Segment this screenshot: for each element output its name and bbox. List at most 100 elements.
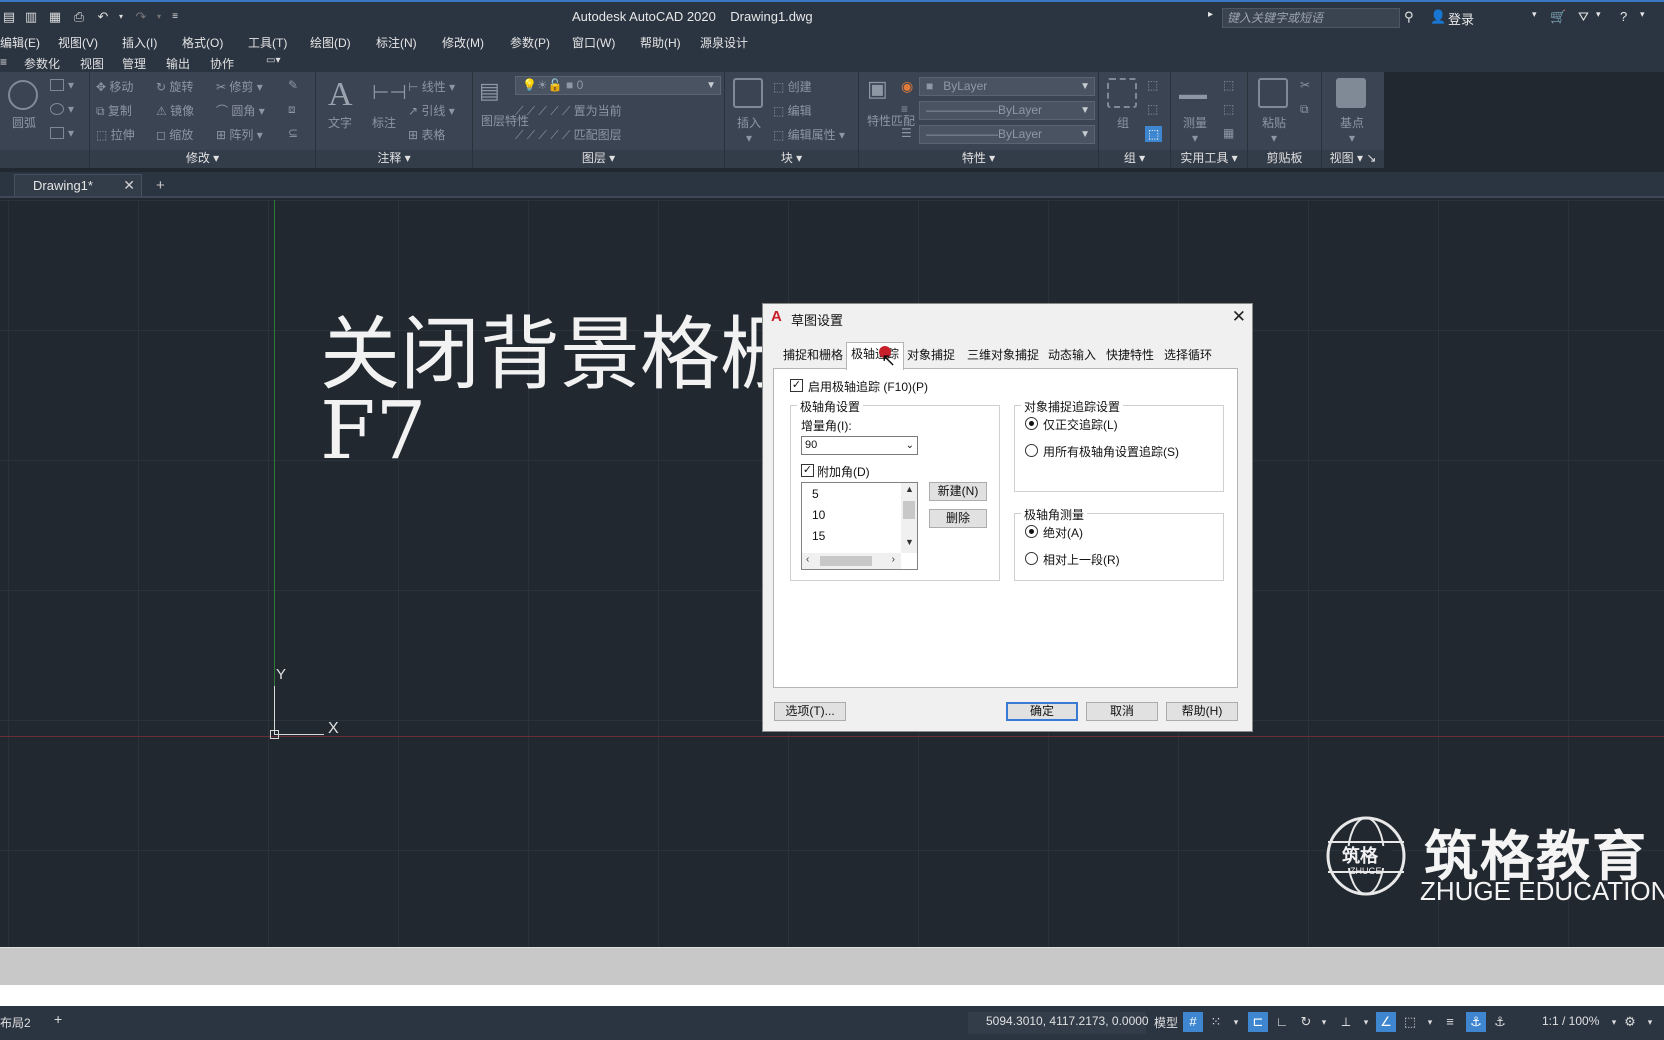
group-select-icon[interactable]: ⬚ (1145, 126, 1163, 142)
coordinates-readout[interactable]: 5094.3010, 4117.2173, 0.0000 (986, 1014, 1149, 1028)
ortho-only-radio[interactable] (1025, 417, 1038, 430)
panel-modify-title[interactable]: 修改 ▾ (90, 149, 315, 166)
annotation-scale[interactable]: 1:1 / 100% (1542, 1014, 1599, 1028)
scale-button[interactable]: ◻ 缩放 (156, 126, 193, 143)
isodraft-dropdown-icon[interactable]: ▾ (1356, 1012, 1376, 1032)
copy-button[interactable]: ⧉ 复制 (96, 102, 132, 119)
layer-tools-row1[interactable]: ⟋ ⟋ ⟋ ⟋ ⟋ 置为当前 (515, 102, 622, 119)
tab-view[interactable]: 视图 (80, 55, 104, 72)
layer-tools-row2[interactable]: ⟋ ⟋ ⟋ ⟋ ⟋ 匹配图层 (515, 126, 622, 143)
rotate-button[interactable]: ↻ 旋转 (156, 78, 193, 95)
add-layout-icon[interactable]: + (54, 1011, 62, 1027)
tab-object-snap[interactable]: 对象捕捉 (903, 344, 960, 368)
linetype-dropdown[interactable]: ——————ByLayer ▼ (919, 101, 1095, 120)
search-input[interactable]: 键入关键字或短语 (1222, 8, 1400, 28)
customize-qat-icon[interactable]: ≡ (166, 8, 184, 26)
color-wheel-icon[interactable]: ◉ (901, 78, 913, 95)
panel-utilities-title[interactable]: 实用工具 ▾ (1171, 149, 1247, 166)
saveas-icon[interactable]: ▦ (46, 8, 64, 26)
menu-window[interactable]: 窗口(W) (572, 34, 615, 51)
autodesk-app-icon[interactable]: ⛛ (1578, 9, 1589, 25)
polar-dropdown-icon[interactable]: ▾ (1314, 1012, 1334, 1032)
horizontal-scrollbar[interactable]: ‹ › (802, 553, 901, 569)
relative-radio[interactable] (1025, 552, 1038, 565)
polar-icon[interactable]: ↻ (1296, 1012, 1316, 1032)
dialog-close-icon[interactable]: ✕ (1232, 307, 1246, 327)
vertical-scrollbar[interactable]: ▲ ▼ (901, 483, 917, 553)
redo-icon[interactable]: ↷ (132, 8, 150, 26)
additional-angle-list[interactable]: 5 10 15 ▲ ▼ ‹ › (801, 482, 918, 570)
annotation-scale-icon[interactable]: ⚓ (1490, 1012, 1510, 1032)
binoculars-icon[interactable]: ⚲ (1404, 9, 1414, 25)
save-icon[interactable]: ▥ (22, 8, 40, 26)
tab-snap-grid[interactable]: 捕捉和栅格 (779, 344, 848, 368)
create-block-button[interactable]: ⬚ 创建 (773, 78, 812, 95)
undo-icon[interactable]: ↶ (94, 8, 112, 26)
fillet-button[interactable]: ⌒ 圆角 ▾ (216, 102, 265, 119)
snap-icon[interactable]: ⁙ (1206, 1012, 1226, 1032)
app-dropdown-icon[interactable]: ▾ (1596, 9, 1601, 20)
object-snap-icon[interactable]: ⬚ (1400, 1012, 1420, 1032)
menu-modify[interactable]: 修改(M) (442, 34, 484, 51)
menu-yuanquan[interactable]: 源泉设计 (700, 34, 748, 51)
additional-angle-checkbox[interactable]: ✓ (801, 464, 814, 477)
rectangle-icon[interactable]: ▾ (50, 78, 74, 92)
close-tab-icon[interactable]: ✕ (123, 177, 135, 194)
move-button[interactable]: ✥ 移动 (96, 78, 133, 95)
quick-select-icon[interactable]: ⬚ (1223, 78, 1234, 92)
menu-tools[interactable]: 工具(T) (248, 34, 287, 51)
options-button[interactable]: 选项(T)... (774, 702, 846, 721)
all-polar-label[interactable]: 用所有极轴角设置追踪(S) (1043, 443, 1179, 460)
list-item[interactable]: 10 (812, 508, 825, 522)
snap-dropdown-icon[interactable]: ▾ (1226, 1012, 1246, 1032)
tab-parametric[interactable]: 参数化 (24, 55, 60, 72)
help-icon[interactable]: ? (1620, 9, 1627, 24)
relative-label[interactable]: 相对上一段(R) (1043, 551, 1120, 568)
print-icon[interactable]: ⎙ (70, 8, 88, 26)
edit-attr-button[interactable]: ⬚ 编辑属性 ▾ (773, 126, 845, 143)
lineweight-toggle-icon[interactable]: ≡ (1440, 1012, 1460, 1032)
base-label[interactable]: 基点 ▾ (1332, 114, 1372, 145)
tab-manage[interactable]: 管理 (122, 55, 146, 72)
additional-angle-label[interactable]: 附加角(D) (817, 463, 870, 480)
offset-icon[interactable]: ⧈ (288, 102, 296, 117)
tab-collaborate[interactable]: 协作 (210, 55, 234, 72)
new-angle-button[interactable]: 新建(N) (929, 482, 987, 501)
insert-block-icon[interactable] (733, 78, 763, 108)
enable-polar-checkbox[interactable]: ✓ (790, 379, 803, 392)
isodraft-icon[interactable]: ⟂ (1336, 1012, 1356, 1032)
paste-icon[interactable] (1258, 78, 1288, 108)
scroll-up-icon[interactable]: ▲ (905, 484, 914, 494)
calculator-icon[interactable]: ▦ (1223, 126, 1234, 140)
hatch-icon[interactable]: ▾ (50, 126, 74, 140)
scroll-right-icon[interactable]: › (892, 554, 895, 565)
cancel-button[interactable]: 取消 (1086, 702, 1158, 721)
workspace-dropdown-icon[interactable]: ▾ (1640, 1012, 1660, 1032)
cut-icon[interactable]: ✂ (1300, 78, 1310, 92)
ellipse-icon[interactable]: ▾ (50, 102, 74, 116)
edit-block-button[interactable]: ⬚ 编辑 (773, 102, 812, 119)
object-snap-tracking-icon[interactable]: ∠ (1376, 1012, 1396, 1032)
scroll-left-icon[interactable]: ‹ (806, 554, 809, 565)
help-dropdown-icon[interactable]: ▾ (1640, 9, 1645, 20)
list-item[interactable]: 15 (812, 529, 825, 543)
measure-label[interactable]: 测量 ▾ (1175, 114, 1215, 145)
insert-label[interactable]: 插入 ▾ (729, 114, 769, 145)
increment-angle-select[interactable]: 90 ⌄ (801, 436, 918, 455)
tab-output[interactable]: 输出 (166, 55, 190, 72)
login-button[interactable]: 登录 (1448, 9, 1474, 28)
infer-constraints-icon[interactable]: ⊏ (1248, 1012, 1268, 1032)
layer-properties-icon[interactable]: ▤ (479, 78, 500, 104)
menu-draw[interactable]: 绘图(D) (310, 34, 351, 51)
stretch-button[interactable]: ⬚ 拉伸 (96, 126, 135, 143)
dimension-icon[interactable]: ⊢⊣ (372, 80, 407, 105)
panel-groups-title[interactable]: 组 ▾ (1099, 149, 1170, 166)
menu-help[interactable]: 帮助(H) (640, 34, 681, 51)
base-icon[interactable] (1336, 78, 1366, 108)
absolute-radio[interactable] (1025, 525, 1038, 538)
copy-clip-icon[interactable]: ⧉ (1300, 102, 1309, 117)
delete-angle-button[interactable]: 删除 (929, 509, 987, 528)
menu-insert[interactable]: 插入(I) (122, 34, 157, 51)
canvas-text-line2[interactable]: F7 (320, 384, 426, 477)
panel-clipboard-title[interactable]: 剪贴板 (1248, 149, 1321, 166)
